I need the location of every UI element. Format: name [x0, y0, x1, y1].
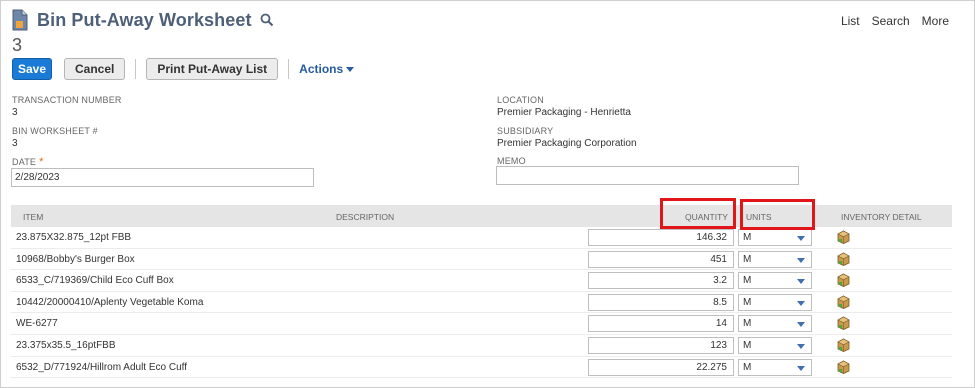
item-cell: 23.875X32.875_12pt FBB	[16, 232, 132, 243]
quantity-input[interactable]: 146.32	[588, 229, 734, 246]
quantity-value: 22.275	[696, 361, 727, 373]
units-value: M	[743, 340, 752, 351]
table-row: WE-6277 14 M	[11, 313, 952, 335]
inventory-box-icon[interactable]	[837, 295, 850, 309]
actions-menu[interactable]: Actions	[299, 62, 355, 76]
item-cell: 10442/20000410/Aplenty Vegetable Koma	[16, 296, 204, 308]
units-select[interactable]: M	[738, 229, 812, 246]
table-row: 6533_C/719369/Child Eco Cuff Box 3.2 M	[11, 270, 952, 292]
list-link[interactable]: List	[841, 14, 860, 28]
date-label: DATE *	[12, 156, 44, 168]
inventory-box-icon[interactable]	[837, 360, 850, 374]
chevron-down-icon	[346, 67, 355, 72]
quantity-input[interactable]: 22.275	[588, 358, 734, 376]
top-navigation: List Search More	[841, 14, 949, 28]
quantity-value: 146.32	[696, 232, 727, 243]
table-row: 10442/20000410/Aplenty Vegetable Koma 8.5…	[11, 292, 952, 314]
quantity-input[interactable]: 3.2	[588, 272, 734, 290]
units-select[interactable]: M	[738, 337, 812, 354]
subsidiary-label: SUBSIDIARY	[497, 126, 554, 136]
column-header-inventory-detail: INVENTORY DETAIL	[841, 212, 922, 222]
inventory-box-icon[interactable]	[837, 338, 850, 352]
search-icon[interactable]	[260, 13, 274, 27]
quantity-input[interactable]: 451	[588, 250, 734, 268]
search-link[interactable]: Search	[872, 14, 910, 28]
units-value: M	[743, 361, 752, 373]
page-header: Bin Put-Away Worksheet	[12, 8, 274, 32]
units-select[interactable]: M	[738, 293, 812, 311]
required-marker: *	[39, 156, 44, 168]
chevron-down-icon	[797, 279, 805, 285]
item-cell: 6533_C/719369/Child Eco Cuff Box	[16, 275, 174, 287]
units-select[interactable]: M	[738, 315, 812, 333]
date-field-value: 2/28/2023	[15, 172, 60, 183]
quantity-input[interactable]: 123	[588, 337, 734, 354]
quantity-value: 8.5	[713, 296, 727, 308]
units-value: M	[743, 318, 752, 330]
bin-worksheet-label: BIN WORKSHEET #	[12, 126, 98, 136]
inventory-box-icon[interactable]	[837, 230, 850, 244]
column-header-description: DESCRIPTION	[336, 212, 395, 222]
units-select[interactable]: M	[738, 358, 812, 376]
table-row: 6532_D/771924/Hillrom Adult Eco Cuff 22.2…	[11, 357, 952, 379]
quantity-input[interactable]: 8.5	[588, 293, 734, 311]
item-cell: 10968/Bobby's Burger Box	[16, 253, 135, 265]
quantity-highlight-box	[660, 198, 736, 229]
subsidiary-value: Premier Packaging Corporation	[497, 138, 637, 149]
quantity-value: 3.2	[713, 275, 727, 287]
column-header-item: ITEM	[23, 212, 44, 222]
quantity-value: 451	[710, 253, 727, 265]
date-label-text: DATE	[12, 157, 37, 167]
more-link[interactable]: More	[922, 14, 949, 28]
units-highlight-box	[740, 199, 815, 230]
record-number: 3	[12, 35, 23, 55]
units-select[interactable]: M	[738, 250, 812, 268]
button-bar: Save Cancel Print Put-Away List Actions	[12, 58, 355, 80]
chevron-down-icon	[797, 322, 805, 328]
inventory-box-icon[interactable]	[837, 252, 850, 266]
save-button[interactable]: Save	[12, 58, 52, 80]
bin-worksheet-value: 3	[12, 138, 18, 149]
table-row: 10968/Bobby's Burger Box 451 M	[11, 249, 952, 271]
button-separator	[288, 59, 290, 79]
units-value: M	[743, 232, 752, 243]
chevron-down-icon	[797, 344, 805, 349]
units-value: M	[743, 253, 752, 265]
memo-field[interactable]	[496, 166, 799, 185]
date-field[interactable]: 2/28/2023	[11, 168, 314, 187]
cancel-button[interactable]: Cancel	[64, 58, 126, 80]
quantity-input[interactable]: 14	[588, 315, 734, 333]
transaction-number-value: 3	[12, 107, 18, 118]
item-cell: 6532_D/771924/Hillrom Adult Eco Cuff	[16, 361, 188, 373]
transaction-number-label: TRANSACTION NUMBER	[12, 95, 122, 105]
print-put-away-list-button[interactable]: Print Put-Away List	[146, 58, 279, 80]
chevron-down-icon	[797, 365, 805, 371]
chevron-down-icon	[797, 236, 805, 241]
document-icon	[12, 9, 29, 31]
units-value: M	[743, 296, 752, 308]
location-value: Premier Packaging - Henrietta	[497, 107, 631, 118]
location-label: LOCATION	[497, 95, 544, 105]
units-value: M	[743, 275, 752, 287]
table-row: 23.875X32.875_12pt FBB 146.32 M	[11, 227, 952, 249]
memo-label: MEMO	[497, 156, 526, 166]
inventory-box-icon[interactable]	[837, 273, 850, 288]
page-title: Bin Put-Away Worksheet	[37, 9, 252, 30]
actions-label: Actions	[299, 62, 344, 76]
item-cell: WE-6277	[16, 318, 58, 330]
item-cell: 23.375x35.5_16ptFBB	[16, 340, 116, 351]
inventory-box-icon[interactable]	[837, 316, 850, 331]
quantity-value: 14	[715, 318, 727, 330]
chevron-down-icon	[797, 257, 805, 263]
units-select[interactable]: M	[738, 272, 812, 290]
table-row: 23.375x35.5_16ptFBB 123 M	[11, 335, 952, 357]
button-separator	[135, 59, 137, 79]
chevron-down-icon	[797, 300, 805, 306]
quantity-value: 123	[710, 340, 727, 351]
